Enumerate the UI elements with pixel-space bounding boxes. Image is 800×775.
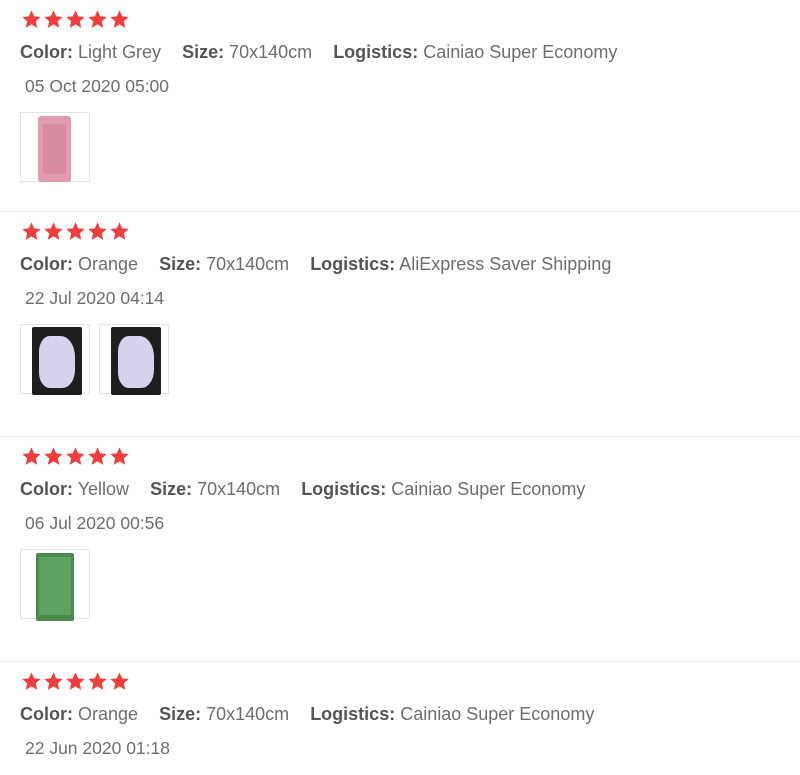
star-icon: [109, 221, 131, 243]
size-label: Size:: [182, 42, 225, 62]
review-item: Color: Yellow Size: 70x140cm Logistics: …: [0, 437, 800, 662]
star-icon: [43, 9, 65, 31]
rating-stars: [21, 221, 131, 243]
green-towel-photo: [36, 553, 74, 621]
review-photo-thumbnail[interactable]: [20, 324, 90, 395]
star-icon: [43, 671, 65, 693]
size-label: Size:: [150, 479, 193, 499]
rating-stars: [21, 671, 131, 693]
review-photos: [20, 549, 99, 621]
review-date: 22 Jul 2020 04:14: [25, 288, 165, 308]
color-value: Orange: [78, 704, 139, 724]
logistics-label: Logistics:: [301, 479, 387, 499]
review-sku-info: Color: Orange Size: 70x140cm Logistics: …: [20, 702, 610, 726]
star-icon: [65, 671, 87, 693]
review-photos: [20, 324, 178, 395]
size-value: 70x140cm: [197, 479, 281, 499]
review-item: Color: Orange Size: 70x140cm Logistics: …: [0, 662, 800, 775]
color-label: Color:: [20, 254, 73, 274]
review-date: 22 Jun 2020 01:18: [25, 738, 170, 758]
logistics-value: Cainiao Super Economy: [391, 479, 586, 499]
color-value: Yellow: [77, 479, 130, 499]
color-value: Light Grey: [78, 42, 162, 62]
review-sku-info: Color: Orange Size: 70x140cm Logistics: …: [20, 252, 627, 276]
star-icon: [21, 9, 43, 31]
star-icon: [65, 446, 87, 468]
lavender-towel-photo: [111, 327, 161, 395]
logistics-label: Logistics:: [333, 42, 419, 62]
review-sku-info: Color: Light Grey Size: 70x140cm Logisti…: [20, 40, 633, 64]
logistics-label: Logistics:: [310, 254, 396, 274]
color-label: Color:: [20, 704, 73, 724]
color-value: Orange: [78, 254, 139, 274]
star-icon: [43, 221, 65, 243]
star-icon: [21, 446, 43, 468]
star-icon: [109, 671, 131, 693]
star-icon: [109, 446, 131, 468]
star-icon: [21, 221, 43, 243]
color-label: Color:: [20, 42, 73, 62]
size-label: Size:: [159, 254, 202, 274]
star-icon: [87, 9, 109, 31]
review-item: Color: Light Grey Size: 70x140cm Logisti…: [0, 0, 800, 212]
rating-stars: [21, 446, 131, 468]
star-icon: [109, 9, 131, 31]
review-photo-thumbnail[interactable]: [99, 324, 169, 395]
review-date: 06 Jul 2020 00:56: [25, 513, 165, 533]
size-value: 70x140cm: [206, 704, 290, 724]
star-icon: [21, 671, 43, 693]
review-photos: [20, 112, 99, 182]
star-icon: [87, 446, 109, 468]
logistics-label: Logistics:: [310, 704, 396, 724]
star-icon: [87, 221, 109, 243]
size-value: 70x140cm: [229, 42, 313, 62]
rating-stars: [21, 9, 131, 31]
star-icon: [65, 9, 87, 31]
logistics-value: Cainiao Super Economy: [400, 704, 595, 724]
star-icon: [43, 446, 65, 468]
color-label: Color:: [20, 479, 73, 499]
review-sku-info: Color: Yellow Size: 70x140cm Logistics: …: [20, 477, 601, 501]
pink-towel-photo: [38, 116, 71, 182]
logistics-value: Cainiao Super Economy: [423, 42, 618, 62]
size-value: 70x140cm: [206, 254, 290, 274]
lavender-towel-photo: [32, 327, 82, 395]
review-photo-thumbnail[interactable]: [20, 549, 90, 621]
star-icon: [65, 221, 87, 243]
review-photo-thumbnail[interactable]: [20, 112, 90, 182]
logistics-value: AliExpress Saver Shipping: [399, 254, 612, 274]
size-label: Size:: [159, 704, 202, 724]
star-icon: [87, 671, 109, 693]
review-date: 05 Oct 2020 05:00: [25, 76, 169, 96]
review-item: Color: Orange Size: 70x140cm Logistics: …: [0, 212, 800, 437]
